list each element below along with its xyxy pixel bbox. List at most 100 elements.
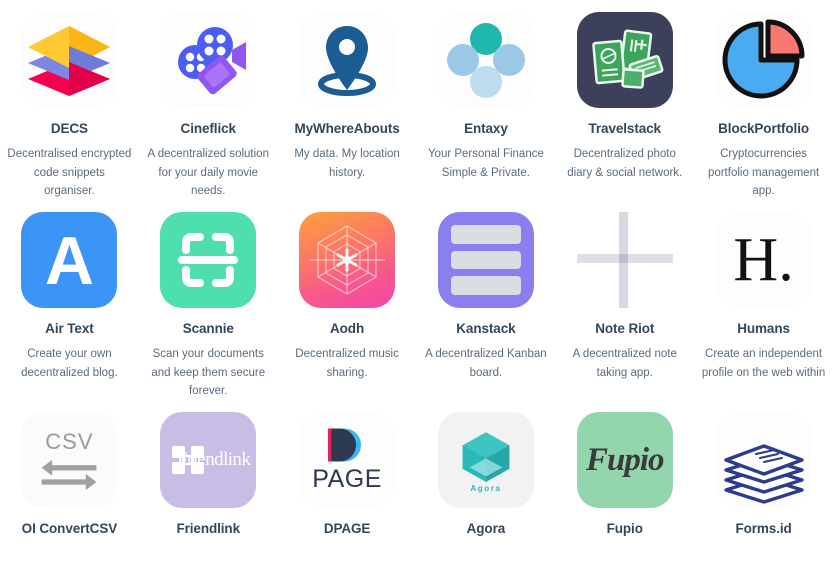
app-description: My data. My location history. <box>294 148 400 179</box>
map-pin-icon <box>299 12 396 108</box>
app-title: Kanstack <box>456 321 516 336</box>
app-icon-wrapper[interactable]: PAGE <box>299 412 396 508</box>
app-title: Friendlink <box>176 521 240 536</box>
kanban-row <box>450 250 521 270</box>
app-gallery-grid: DECS Decentralised encrypted code snippe… <box>0 0 833 565</box>
friendlink-wordmark-glyph: Friendlink <box>177 449 251 470</box>
app-card-forms-id[interactable]: Forms.id <box>694 412 833 565</box>
app-card-aodh[interactable]: Aodh Decentralized music sharing. <box>278 212 417 412</box>
quadrant-horizontal-divider <box>576 254 673 263</box>
passport-tickets-glyph <box>591 29 664 89</box>
stacked-layers-glyph <box>28 26 111 96</box>
app-title: Aodh <box>330 321 365 336</box>
csv-label-glyph: CSV <box>45 429 94 454</box>
kanban-row <box>450 276 521 296</box>
app-icon-wrapper[interactable]: H. <box>715 212 812 308</box>
app-title: DPAGE <box>323 521 371 536</box>
app-title: Scannie <box>182 321 234 336</box>
app-description: Scan your documents and keep them secure… <box>151 348 266 397</box>
app-description: Decentralized music sharing. <box>295 348 399 379</box>
app-title: Note Riot <box>595 321 655 336</box>
friendlink-logo-icon: Friendlink <box>160 412 257 508</box>
app-icon-wrapper[interactable] <box>160 212 257 308</box>
app-description: Cryptocurrencies portfolio management ap… <box>707 148 820 197</box>
app-description: Decentralised encrypted code snippets or… <box>7 148 132 197</box>
csv-exchange-icon: CSV <box>21 412 118 508</box>
app-title: Humans <box>737 321 790 336</box>
app-title: OI ConvertCSV <box>21 521 118 536</box>
fupio-script-icon: Fupio <box>576 412 673 508</box>
map-pin-glyph <box>318 26 377 96</box>
movie-camera-icon <box>160 12 257 108</box>
passport-tickets-icon <box>576 12 673 108</box>
app-icon-wrapper[interactable] <box>576 212 673 308</box>
pie-chart-icon <box>715 12 812 108</box>
app-description: A decentralized solution for your daily … <box>147 148 269 197</box>
four-dots-glyph <box>446 23 525 98</box>
app-icon-wrapper[interactable] <box>576 12 673 108</box>
dpage-wordmark-glyph: PAGE <box>312 465 382 493</box>
app-icon-wrapper[interactable] <box>437 212 534 308</box>
app-card-air-text[interactable]: A Air Text Create your own decentralized… <box>0 212 139 412</box>
app-icon-wrapper[interactable] <box>715 12 812 108</box>
dpage-d-glyph <box>328 428 362 462</box>
app-description: A decentralized Kanban board. <box>425 348 547 379</box>
app-icon-wrapper[interactable] <box>299 212 396 308</box>
app-title: Cineflick <box>180 121 236 136</box>
app-icon-wrapper[interactable] <box>160 12 257 108</box>
app-card-mywhereabouts[interactable]: MyWhereAbouts My data. My location histo… <box>278 12 417 212</box>
app-card-scannie[interactable]: Scannie Scan your documents and keep the… <box>139 212 278 412</box>
app-card-cineflick[interactable]: Cineflick A decentralized solution for y… <box>139 12 278 212</box>
app-card-decs[interactable]: DECS Decentralised encrypted code snippe… <box>0 12 139 212</box>
fupio-wordmark-glyph: Fupio <box>585 441 665 478</box>
hexagon-cube-icon: Agora <box>437 412 534 508</box>
letter-a-glyph: A <box>44 223 94 299</box>
hexagon-cube-glyph <box>462 431 510 482</box>
four-dots-icon <box>437 12 534 108</box>
letter-h-glyph: H. <box>733 226 794 294</box>
app-title: Agora <box>466 521 506 536</box>
hexagon-burst-icon <box>299 212 396 308</box>
pie-chart-glyph <box>722 19 805 99</box>
letter-h-icon: H. <box>715 212 812 308</box>
app-card-oi-convertcsv[interactable]: CSV OI ConvertCSV <box>0 412 139 565</box>
app-card-kanstack[interactable]: Kanstack A decentralized Kanban board. <box>416 212 555 412</box>
app-icon-wrapper[interactable] <box>21 12 118 108</box>
app-card-humans[interactable]: H. Humans Create an independent profile … <box>694 212 833 412</box>
app-icon-wrapper[interactable] <box>299 12 396 108</box>
app-title: Air Text <box>45 321 94 336</box>
scan-frame-icon <box>160 212 257 308</box>
hexagon-burst-glyph <box>309 225 386 295</box>
kanban-row <box>450 225 521 244</box>
app-card-fupio[interactable]: Fupio Fupio <box>555 412 694 565</box>
dpage-logo-icon: PAGE <box>299 412 396 508</box>
app-icon-wrapper[interactable]: Agora <box>437 412 534 508</box>
app-icon-wrapper[interactable]: Friendlink <box>160 412 257 508</box>
app-card-travelstack[interactable]: Travelstack Decentralized photo diary & … <box>555 12 694 212</box>
four-quadrant-icon <box>576 212 673 308</box>
app-title: Travelstack <box>588 121 662 136</box>
app-title: Fupio <box>606 521 643 536</box>
app-card-friendlink[interactable]: Friendlink Friendlink <box>139 412 278 565</box>
app-title: MyWhereAbouts <box>294 121 400 136</box>
app-icon-wrapper[interactable]: Fupio <box>576 412 673 508</box>
movie-camera-glyph <box>178 27 247 95</box>
app-icon-wrapper[interactable] <box>715 412 812 508</box>
app-description: Create an independent profile on the web… <box>701 348 826 379</box>
app-title: Entaxy <box>464 121 508 136</box>
app-card-note-riot[interactable]: Note Riot A decentralized note taking ap… <box>555 212 694 412</box>
app-icon-wrapper[interactable]: CSV <box>21 412 118 508</box>
app-card-dpage[interactable]: PAGE DPAGE <box>278 412 417 565</box>
stacked-layers-icon <box>21 12 118 108</box>
app-card-agora[interactable]: Agora Agora <box>416 412 555 565</box>
app-description: Your Personal Finance Simple & Private. <box>427 148 544 179</box>
app-icon-wrapper[interactable]: A <box>21 212 118 308</box>
kanban-rows-icon <box>437 212 534 308</box>
stacked-papers-icon <box>715 412 812 508</box>
app-description: Create your own decentralized blog. <box>21 348 118 379</box>
app-icon-wrapper[interactable] <box>437 12 534 108</box>
app-card-entaxy[interactable]: Entaxy Your Personal Finance Simple & Pr… <box>416 12 555 212</box>
app-description: Decentralized photo diary & social netwo… <box>567 148 683 179</box>
app-title: BlockPortfolio <box>718 121 809 136</box>
app-card-blockportfolio[interactable]: BlockPortfolio Cryptocurrencies portfoli… <box>694 12 833 212</box>
